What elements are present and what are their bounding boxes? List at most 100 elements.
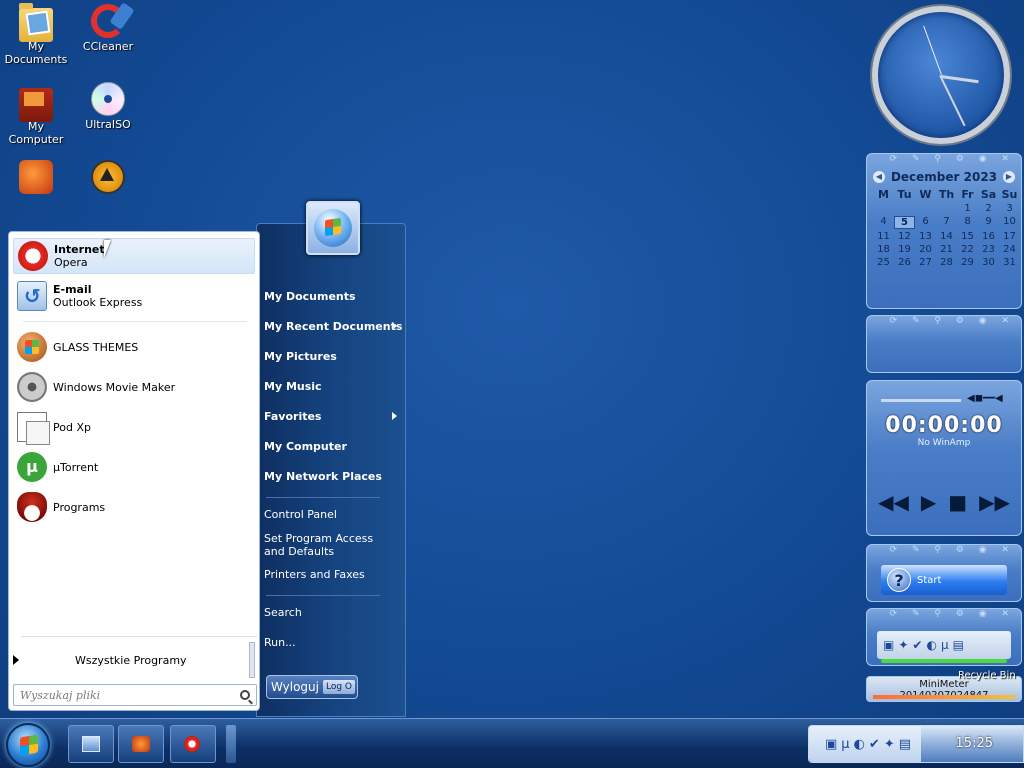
desktop-icon-ultraiso[interactable]: UltraISO	[72, 82, 144, 131]
desktop-icon-my-documents[interactable]: My Documents	[0, 3, 72, 66]
calendar-day[interactable]: 5	[894, 216, 915, 229]
taskbar-show-desktop[interactable]	[68, 725, 114, 763]
taskbar-grip[interactable]	[226, 725, 236, 763]
play-icon[interactable]: ▶	[921, 490, 936, 514]
gadget-toolbar[interactable]: ⟳ ✎ ⚲ ⚙ ◉ ✕	[867, 545, 1021, 559]
calendar-day[interactable]: 8	[957, 216, 978, 229]
calendar-day[interactable]: 23	[978, 244, 999, 255]
calendar-day[interactable]: 9	[978, 216, 999, 229]
calendar-day[interactable]: 17	[999, 231, 1020, 242]
shield-icon[interactable]: ✔	[912, 638, 922, 652]
gadget-toolbar[interactable]: ⟳ ✎ ⚲ ⚙ ◉ ✕	[867, 609, 1021, 623]
network-icon[interactable]: ▤	[899, 737, 911, 752]
program-movie-maker[interactable]: Windows Movie Maker	[13, 369, 255, 405]
program-pod-xp[interactable]: Pod Xp	[13, 409, 255, 445]
wand-icon[interactable]: ✦	[898, 638, 908, 652]
ccleaner-icon[interactable]: ◐	[854, 737, 865, 752]
menu-favorites[interactable]: Favorites	[264, 410, 397, 423]
launcher-start-button[interactable]: ? Start	[881, 565, 1007, 595]
stop-icon[interactable]: ■	[948, 490, 967, 514]
calendar-day[interactable]: 12	[894, 231, 915, 242]
menu-my-documents[interactable]: My Documents	[264, 290, 356, 303]
calendar-day[interactable]: 27	[915, 257, 936, 268]
menu-my-computer[interactable]: My Computer	[264, 440, 347, 453]
calendar-day[interactable]: 16	[978, 231, 999, 242]
taskbar-opera[interactable]	[170, 725, 216, 763]
search-input[interactable]: Wyszukaj pliki	[13, 684, 257, 706]
utorrent-icon[interactable]: µ	[941, 638, 949, 652]
calendar-day[interactable]: 10	[999, 216, 1020, 229]
clock-gadget[interactable]	[872, 6, 1010, 144]
taskbar-clock[interactable]: 15:25	[956, 736, 993, 751]
volume-icon[interactable]: ◀◼━━◀	[967, 393, 1003, 404]
menu-printers-and-faxes[interactable]: Printers and Faxes	[264, 568, 365, 581]
utorrent-icon[interactable]: µ	[841, 737, 849, 752]
document-icon[interactable]: ▤	[953, 638, 964, 652]
calendar-day[interactable]: 19	[894, 244, 915, 255]
seek-bar[interactable]	[881, 399, 961, 402]
search-icon[interactable]	[240, 690, 250, 700]
calendar-day[interactable]: 14	[936, 231, 957, 242]
all-programs-button[interactable]: Wszystkie Programy	[1, 644, 251, 676]
program-utorrent[interactable]: µ µTorrent	[13, 449, 255, 485]
scrollbar[interactable]	[249, 642, 255, 678]
calendar-day[interactable]: 31	[999, 257, 1020, 268]
gadget-toolbar[interactable]: ⟳ ✎ ⚲ ⚙ ◉ ✕	[867, 316, 1021, 330]
desktop-icon-ccleaner[interactable]: CCleaner	[72, 4, 144, 53]
previous-icon[interactable]: ◀◀	[878, 490, 909, 514]
start-button[interactable]	[6, 723, 50, 767]
recycle-bin-label[interactable]: Recycle Bin	[958, 670, 1016, 681]
pinned-internet[interactable]: Internet Opera	[13, 238, 255, 274]
calendar-day[interactable]: 25	[873, 257, 894, 268]
calendar-day[interactable]: 1	[957, 203, 978, 214]
calendar-day[interactable]: 29	[957, 257, 978, 268]
menu-search[interactable]: Search	[264, 606, 302, 619]
calendar-day[interactable]: 24	[999, 244, 1020, 255]
taskbar-app[interactable]	[118, 725, 164, 763]
menu-my-pictures[interactable]: My Pictures	[264, 350, 337, 363]
menu-my-music[interactable]: My Music	[264, 380, 322, 393]
menu-set-program-access[interactable]: Set Program Access and Defaults	[264, 532, 382, 558]
calendar-day[interactable]: 18	[873, 244, 894, 255]
empty-gadget[interactable]: ⟳ ✎ ⚲ ⚙ ◉ ✕	[866, 315, 1022, 373]
next-month-icon[interactable]: ▶	[1002, 171, 1015, 183]
program-programs[interactable]: Programs	[13, 489, 255, 525]
winamp-gadget[interactable]: ◀◼━━◀ 00:00:00 No WinAmp ◀◀ ▶ ■ ▶▶	[866, 380, 1022, 536]
quicklaunch-gadget[interactable]: ⟳ ✎ ⚲ ⚙ ◉ ✕ ▣ ✦ ✔ ◐ µ ▤	[866, 608, 1022, 666]
next-icon[interactable]: ▶▶	[979, 490, 1010, 514]
desktop-icon-app[interactable]	[0, 160, 72, 196]
user-picture[interactable]	[306, 201, 360, 255]
desktop-icon-my-computer[interactable]: My Computer	[0, 84, 72, 146]
pinned-email[interactable]: E-mailOutlook Express	[13, 278, 255, 314]
menu-run[interactable]: Run...	[264, 636, 296, 649]
program-glass-themes[interactable]: GLASS THEMES	[13, 329, 255, 365]
windows-icon[interactable]: ▣	[825, 737, 837, 752]
calendar-day[interactable]: 26	[894, 257, 915, 268]
calendar-gadget[interactable]: ⟳ ✎ ⚲ ⚙ ◉ ✕ ◀ December 2023 ▶ M Tu W Th Fr Sa…	[866, 153, 1022, 309]
calendar-day[interactable]: 3	[999, 203, 1020, 214]
calendar-day[interactable]: 22	[957, 244, 978, 255]
calendar-day[interactable]: 11	[873, 231, 894, 242]
logoff-button[interactable]: Wyloguj Log O	[266, 675, 358, 699]
prev-month-icon[interactable]: ◀	[873, 171, 885, 183]
menu-my-network-places[interactable]: My Network Places	[264, 470, 382, 483]
menu-my-recent-documents[interactable]: My Recent Documents	[264, 320, 402, 333]
calendar-day[interactable]: 15	[957, 231, 978, 242]
shield-icon[interactable]: ✔	[869, 737, 880, 752]
wand-icon[interactable]: ✦	[884, 737, 895, 752]
calendar-day[interactable]: 13	[915, 231, 936, 242]
app-icon[interactable]: ▣	[883, 638, 894, 652]
desktop-icon-aimp[interactable]	[72, 160, 144, 196]
menu-control-panel[interactable]: Control Panel	[264, 508, 337, 521]
calendar-day[interactable]: 21	[936, 244, 957, 255]
calendar-day[interactable]: 7	[936, 216, 957, 229]
quicklaunch-icons[interactable]: ▣ ✦ ✔ ◐ µ ▤	[877, 631, 1011, 659]
calendar-day[interactable]: 20	[915, 244, 936, 255]
calendar-day[interactable]: 2	[978, 203, 999, 214]
gadget-toolbar[interactable]: ⟳ ✎ ⚲ ⚙ ◉ ✕	[867, 154, 1021, 168]
calendar-day[interactable]: 4	[873, 216, 894, 229]
calendar-day[interactable]: 30	[978, 257, 999, 268]
calendar-day[interactable]: 6	[915, 216, 936, 229]
launcher-gadget[interactable]: ⟳ ✎ ⚲ ⚙ ◉ ✕ ? Start	[866, 544, 1022, 602]
ccleaner-icon[interactable]: ◐	[926, 638, 936, 652]
